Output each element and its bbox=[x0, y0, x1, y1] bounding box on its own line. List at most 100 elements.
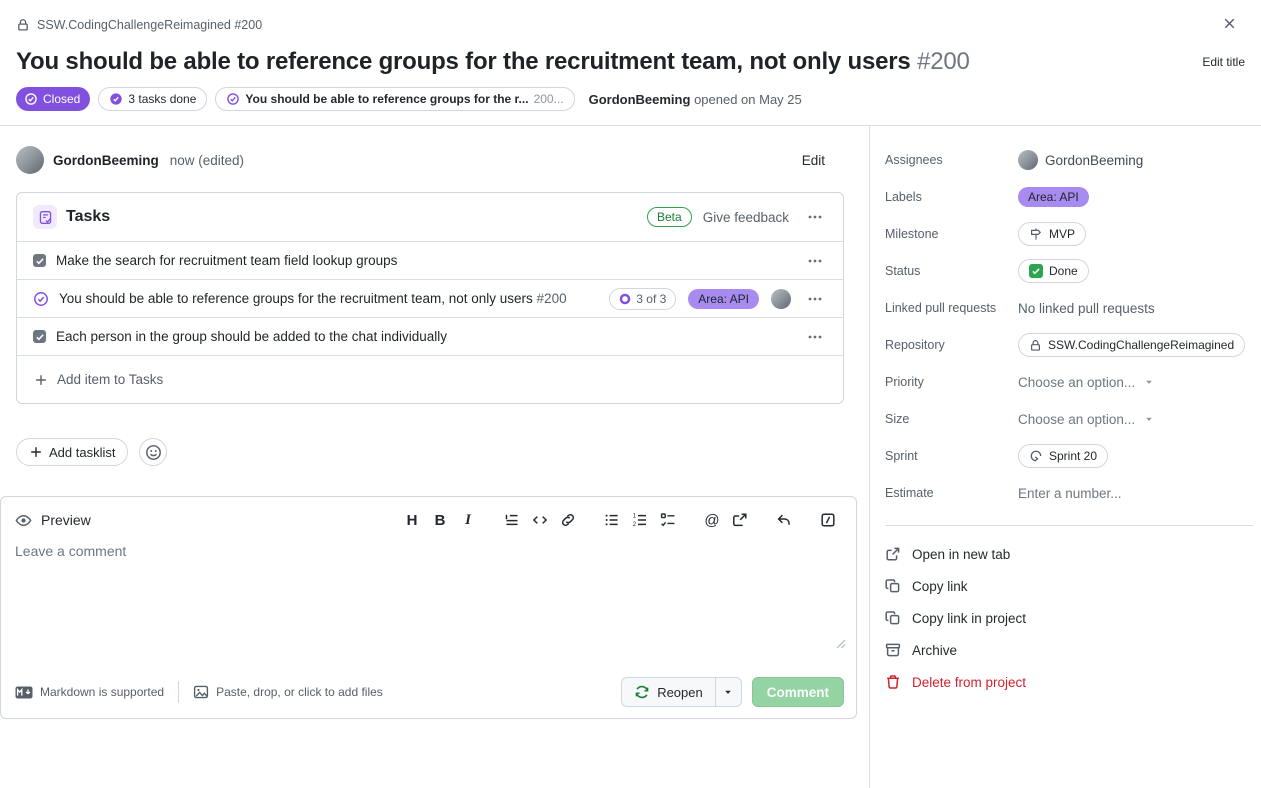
archive-item[interactable]: Archive bbox=[885, 634, 1253, 666]
task-checkbox-checked[interactable] bbox=[33, 254, 46, 267]
reopen-options-button[interactable] bbox=[716, 677, 742, 707]
quote-button[interactable] bbox=[498, 506, 526, 534]
code-button[interactable] bbox=[526, 506, 554, 534]
field-status: Status Done bbox=[885, 259, 1253, 283]
repository-pill[interactable]: SSW.CodingChallengeReimagined bbox=[1018, 333, 1245, 357]
task-list-button[interactable] bbox=[654, 506, 682, 534]
markdown-hint[interactable]: Markdown is supported bbox=[15, 685, 164, 699]
reopen-split-button: Reopen bbox=[621, 677, 742, 707]
estimate-input[interactable]: Enter a number... bbox=[1018, 486, 1122, 501]
task-issue-link[interactable]: You should be able to reference groups f… bbox=[59, 291, 567, 306]
field-priority: Priority Choose an option... bbox=[885, 370, 1253, 394]
field-repository: Repository SSW.CodingChallengeReimagined bbox=[885, 333, 1253, 357]
mention-button[interactable]: @ bbox=[698, 506, 726, 534]
code-icon bbox=[532, 512, 548, 528]
issue-side-panel: SSW.CodingChallengeReimagined #200 You s… bbox=[0, 0, 1261, 788]
plus-icon bbox=[29, 445, 43, 459]
author-link[interactable]: GordonBeeming bbox=[589, 92, 691, 107]
trash-icon bbox=[885, 674, 901, 690]
iteration-icon bbox=[1029, 449, 1043, 463]
linked-prs-value: No linked pull requests bbox=[1018, 301, 1155, 316]
add-tasklist-button[interactable]: Add tasklist bbox=[16, 438, 128, 466]
delete-from-project-item[interactable]: Delete from project bbox=[885, 666, 1253, 698]
reopen-button[interactable]: Reopen bbox=[621, 677, 716, 707]
avatar[interactable] bbox=[16, 146, 44, 174]
kebab-icon bbox=[807, 291, 823, 307]
size-select[interactable]: Choose an option... bbox=[1018, 412, 1154, 427]
tasks-done-badge: 3 tasks done bbox=[98, 87, 207, 111]
preview-tab[interactable]: Preview bbox=[15, 512, 91, 529]
plus-icon bbox=[34, 373, 48, 387]
task-menu-button[interactable] bbox=[803, 289, 827, 309]
status-badge-closed: Closed bbox=[16, 87, 90, 111]
breadcrumb-repo-ref: SSW.CodingChallengeReimagined #200 bbox=[37, 18, 262, 32]
heading-button[interactable]: H bbox=[398, 506, 426, 534]
task-text: Make the search for recruitment team fie… bbox=[56, 253, 397, 268]
close-button[interactable] bbox=[1222, 16, 1237, 31]
caret-down-icon bbox=[1144, 414, 1154, 424]
link-button[interactable] bbox=[554, 506, 582, 534]
issue-number: #200 bbox=[917, 48, 970, 75]
copy-link-in-project-item[interactable]: Copy link in project bbox=[885, 602, 1253, 634]
check-circle-fill-icon bbox=[109, 92, 123, 106]
add-item-to-tasks-button[interactable]: Add item to Tasks bbox=[17, 355, 843, 403]
issue-reopened-icon bbox=[634, 684, 650, 700]
heading-icon: H bbox=[407, 512, 418, 529]
reply-button[interactable] bbox=[770, 506, 798, 534]
edit-comment-button[interactable]: Edit bbox=[802, 153, 825, 168]
tracked-in-pill[interactable]: You should be able to reference groups f… bbox=[215, 87, 574, 111]
edit-title-button[interactable]: Edit title bbox=[1202, 47, 1245, 69]
cross-reference-button[interactable] bbox=[726, 506, 754, 534]
main-column: GordonBeeming now (edited) Edit Tasks Be… bbox=[0, 126, 870, 788]
italic-button[interactable]: I bbox=[454, 506, 482, 534]
resize-gripper-icon[interactable] bbox=[836, 639, 846, 649]
assignee-avatar[interactable] bbox=[1018, 150, 1038, 170]
attach-files-hint[interactable]: Paste, drop, or click to add files bbox=[193, 684, 383, 700]
quote-icon bbox=[504, 512, 520, 528]
add-reaction-button[interactable] bbox=[139, 438, 167, 466]
field-assignees: Assignees GordonBeeming bbox=[885, 148, 1253, 172]
slash-commands-button[interactable] bbox=[814, 506, 842, 534]
kebab-icon bbox=[807, 209, 823, 225]
comment-author[interactable]: GordonBeeming bbox=[53, 153, 159, 168]
sprint-pill[interactable]: Sprint 20 bbox=[1018, 444, 1108, 468]
comment-editor: Preview H B I bbox=[0, 496, 857, 719]
tasklist-menu-button[interactable] bbox=[803, 207, 827, 227]
divider bbox=[178, 681, 179, 703]
assignee-value[interactable]: GordonBeeming bbox=[1018, 150, 1143, 170]
assignee-avatar[interactable] bbox=[771, 289, 791, 309]
ordered-list-button[interactable]: 12 bbox=[626, 506, 654, 534]
field-sprint: Sprint Sprint 20 bbox=[885, 444, 1253, 468]
comment-header: GordonBeeming now (edited) Edit bbox=[16, 146, 853, 174]
task-menu-button[interactable] bbox=[803, 327, 827, 347]
comment-input[interactable] bbox=[15, 543, 842, 661]
task-row-issue: You should be able to reference groups f… bbox=[17, 279, 843, 317]
bold-icon: B bbox=[435, 512, 446, 529]
editor-toolbar: H B I bbox=[398, 506, 842, 534]
check-circle-outline-icon bbox=[226, 92, 240, 106]
archive-icon bbox=[885, 642, 901, 658]
beta-badge: Beta bbox=[647, 207, 692, 227]
label-area-api[interactable]: Area: API bbox=[1018, 187, 1089, 207]
reply-icon bbox=[776, 512, 792, 528]
kebab-icon bbox=[807, 253, 823, 269]
tasklist-icon bbox=[33, 205, 57, 229]
caret-down-icon bbox=[723, 687, 733, 697]
task-checkbox-checked[interactable] bbox=[33, 330, 46, 343]
give-feedback-link[interactable]: Give feedback bbox=[703, 210, 789, 225]
tasklist-title: Tasks bbox=[66, 208, 110, 226]
priority-select[interactable]: Choose an option... bbox=[1018, 375, 1154, 390]
comment-submit-button[interactable]: Comment bbox=[752, 677, 844, 707]
link-icon bbox=[560, 512, 576, 528]
task-text: Each person in the group should be added… bbox=[56, 329, 447, 344]
bold-button[interactable]: B bbox=[426, 506, 454, 534]
open-in-new-tab-item[interactable]: Open in new tab bbox=[885, 538, 1253, 570]
italic-icon: I bbox=[465, 512, 471, 529]
task-menu-button[interactable] bbox=[803, 251, 827, 271]
milestone-icon bbox=[1029, 227, 1043, 241]
status-pill[interactable]: Done bbox=[1018, 259, 1089, 283]
copy-link-item[interactable]: Copy link bbox=[885, 570, 1253, 602]
milestone-pill[interactable]: MVP bbox=[1018, 222, 1086, 246]
unordered-list-button[interactable] bbox=[598, 506, 626, 534]
label-area-api[interactable]: Area: API bbox=[688, 289, 759, 309]
